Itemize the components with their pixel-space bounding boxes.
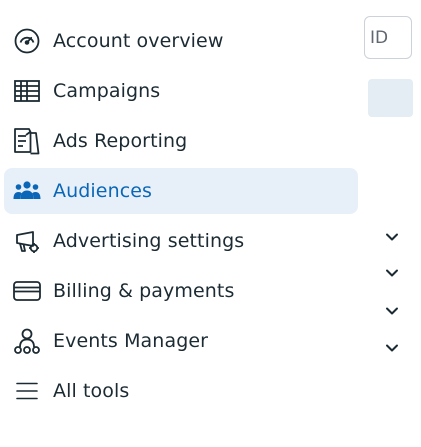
table-grid-icon	[12, 76, 42, 106]
nav-item-label: Audiences	[53, 180, 153, 202]
id-field-placeholder: ID	[370, 27, 389, 48]
megaphone-gear-icon	[12, 226, 42, 256]
nav-item-label: Billing & payments	[53, 280, 235, 302]
left-navigation: Account overview Campaigns Ads Reporting	[0, 0, 360, 447]
nav-item-label: Ads Reporting	[53, 130, 188, 152]
id-search-input[interactable]: ID	[364, 16, 412, 59]
nav-item-events-manager[interactable]: Events Manager	[4, 318, 358, 364]
right-panel: ID	[360, 0, 421, 447]
nav-item-label: Advertising settings	[53, 230, 245, 252]
nav-item-label: Account overview	[53, 30, 224, 52]
chevron-down-icon[interactable]	[385, 306, 399, 316]
chevron-down-icon[interactable]	[385, 232, 399, 242]
nav-item-account-overview[interactable]: Account overview	[4, 18, 358, 64]
hamburger-menu-icon	[12, 376, 42, 406]
chevron-down-icon[interactable]	[385, 343, 399, 353]
people-network-icon	[12, 326, 42, 356]
nav-item-advertising-settings[interactable]: Advertising settings	[4, 218, 358, 264]
people-group-icon	[12, 176, 42, 206]
report-document-icon	[12, 126, 42, 156]
gauge-icon	[12, 26, 42, 56]
credit-card-icon	[12, 276, 42, 306]
nav-item-label: All tools	[53, 380, 130, 402]
nav-item-audiences[interactable]: Audiences	[4, 168, 358, 214]
nav-item-label: Events Manager	[53, 330, 209, 352]
filter-box[interactable]	[368, 79, 413, 117]
nav-item-ads-reporting[interactable]: Ads Reporting	[4, 118, 358, 164]
nav-item-all-tools[interactable]: All tools	[4, 368, 358, 414]
nav-item-campaigns[interactable]: Campaigns	[4, 68, 358, 114]
nav-item-billing-payments[interactable]: Billing & payments	[4, 268, 358, 314]
chevron-down-icon[interactable]	[385, 268, 399, 278]
nav-item-label: Campaigns	[53, 80, 161, 102]
